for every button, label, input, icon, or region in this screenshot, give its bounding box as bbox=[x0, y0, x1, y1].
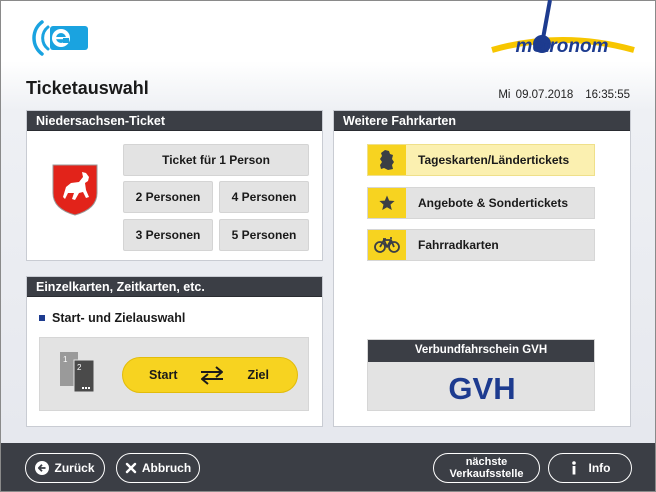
panel-title: Weitere Fahrkarten bbox=[334, 111, 630, 131]
next-sales-line1: nächste bbox=[465, 456, 508, 468]
germany-map-icon bbox=[368, 145, 406, 175]
start-ziel-button[interactable]: Start Ziel bbox=[122, 357, 298, 393]
gvh-logo-icon: GVH bbox=[448, 371, 515, 404]
niedersachsen-ticket-panel: Niedersachsen-Ticket Ticket für 1 Person… bbox=[26, 110, 323, 261]
info-label: Info bbox=[588, 461, 611, 475]
ticket-5-persons-button[interactable]: 5 Personen bbox=[219, 219, 309, 251]
date-text: Mi 09.07.2018 bbox=[498, 89, 574, 101]
section-title-text: Start- und Zielauswahl bbox=[52, 311, 186, 325]
lower-saxony-horse-icon bbox=[52, 164, 98, 216]
ticket-1-person-button[interactable]: Ticket für 1 Person bbox=[123, 144, 309, 176]
fahrradkarten-button[interactable]: Fahrradkarten bbox=[367, 229, 595, 261]
angebote-button[interactable]: Angebote & Sondertickets bbox=[367, 187, 595, 219]
bicycle-icon bbox=[368, 230, 406, 260]
info-icon bbox=[570, 461, 578, 475]
einzelkarten-panel: Einzelkarten, Zeitkarten, etc. Start- un… bbox=[26, 276, 323, 427]
angebote-label: Angebote & Sondertickets bbox=[418, 196, 569, 210]
gvh-logo-text: GVH bbox=[448, 371, 515, 404]
page-title: Ticketauswahl bbox=[26, 78, 149, 98]
bottom-navigation-bar: Zurück Abbruch nächste Verkaufsstelle In… bbox=[1, 443, 655, 491]
next-sales-point-button[interactable]: nächste Verkaufsstelle bbox=[433, 453, 540, 483]
back-button[interactable]: Zurück bbox=[25, 453, 105, 483]
swap-arrows-icon bbox=[201, 366, 223, 385]
section-title: Start- und Zielauswahl bbox=[39, 311, 185, 325]
metronom-logo-text: metronom bbox=[516, 36, 609, 57]
fahrradkarten-label: Fahrradkarten bbox=[418, 238, 499, 252]
star-icon bbox=[368, 188, 406, 218]
time-text: 16:35:55 bbox=[585, 89, 630, 101]
tageskarten-label: Tageskarten/Ländertickets bbox=[418, 153, 570, 167]
ticket-4-persons-button[interactable]: 4 Personen bbox=[219, 181, 309, 213]
next-sales-line2: Verkaufsstelle bbox=[449, 468, 524, 480]
tickets-icon: 1 2 bbox=[60, 352, 95, 393]
route-selection-box: 1 2 Start Ziel bbox=[39, 337, 309, 411]
e-ticket-logo-icon bbox=[32, 20, 88, 56]
ziel-label: Ziel bbox=[247, 368, 269, 382]
bullet-square bbox=[39, 315, 45, 321]
ticket-number-2: 2 bbox=[77, 363, 82, 372]
gvh-ticket-button[interactable]: Verbundfahrschein GVH GVH bbox=[367, 339, 595, 411]
start-label: Start bbox=[149, 368, 178, 382]
info-button[interactable]: Info bbox=[548, 453, 632, 483]
ticket-number-1: 1 bbox=[63, 355, 68, 364]
metronom-logo-icon: metronom bbox=[491, 0, 635, 57]
close-icon bbox=[125, 462, 137, 474]
tageskarten-button[interactable]: Tageskarten/Ländertickets bbox=[367, 144, 595, 176]
ticket-3-persons-button[interactable]: 3 Personen bbox=[123, 219, 213, 251]
cancel-button[interactable]: Abbruch bbox=[116, 453, 200, 483]
next-sales-label: nächste Verkaufsstelle bbox=[450, 456, 524, 480]
panel-title: Einzelkarten, Zeitkarten, etc. bbox=[27, 277, 322, 297]
gvh-title: Verbundfahrschein GVH bbox=[368, 340, 594, 362]
arrow-left-icon bbox=[35, 461, 50, 475]
weitere-fahrkarten-panel: Weitere Fahrkarten Tageskarten/Ländertic… bbox=[333, 110, 631, 427]
back-label: Zurück bbox=[54, 461, 95, 475]
date-time: Mi 09.07.2018 16:35:55 bbox=[498, 89, 630, 101]
panel-title: Niedersachsen-Ticket bbox=[27, 111, 322, 131]
cancel-label: Abbruch bbox=[141, 461, 192, 475]
ticket-2-persons-button[interactable]: 2 Personen bbox=[123, 181, 213, 213]
